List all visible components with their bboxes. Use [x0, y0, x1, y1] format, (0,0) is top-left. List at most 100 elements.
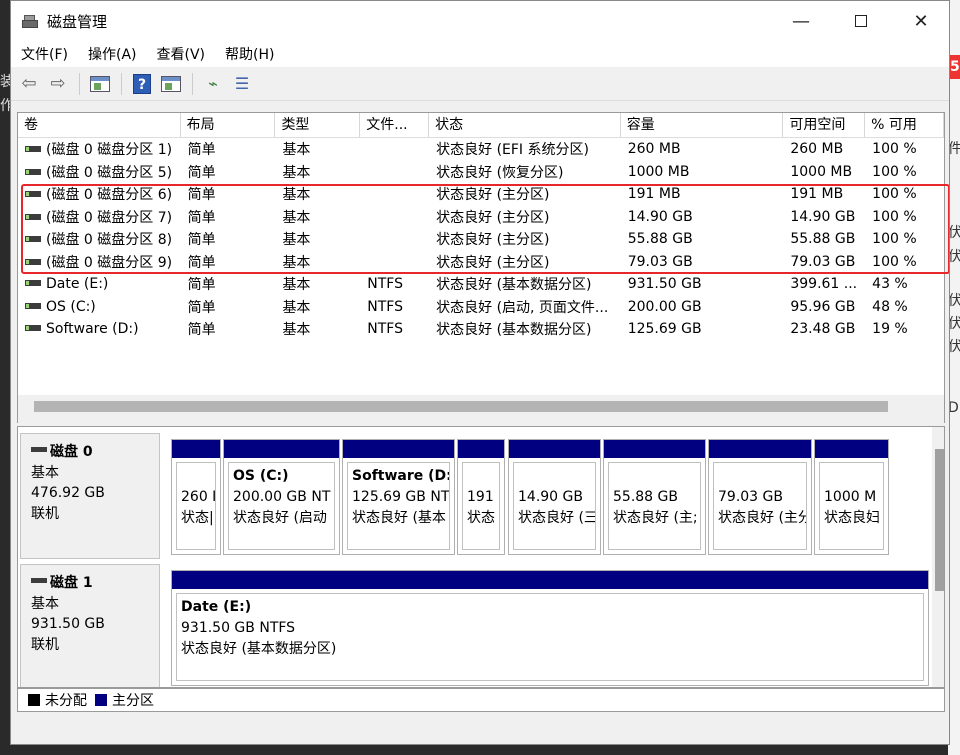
column-header-volume[interactable]: 卷: [18, 113, 181, 137]
cell-type: 基本: [275, 252, 360, 272]
partition-bar: [604, 440, 705, 458]
volume-row[interactable]: Date (E:) 简单 基本 NTFS 状态良好 (基本数据分区) 931.50 GB 3…: [18, 273, 944, 296]
cell-capacity: 200.00 GB: [621, 299, 784, 315]
column-header-type[interactable]: 类型: [275, 113, 361, 137]
help-button[interactable]: ?: [130, 73, 154, 95]
status-bar: [11, 713, 949, 744]
disk-map: 磁盘 0 基本 476.92 GB 联机 260 I 状态| OS (C:) 200…: [17, 426, 945, 688]
maximize-button[interactable]: [831, 1, 891, 41]
partition-software-d[interactable]: Software (D: 125.69 GB NT 状态良好 (基本: [342, 439, 455, 555]
disk-0-label[interactable]: 磁盘 0 基本 476.92 GB 联机: [20, 433, 160, 559]
partition-size: 79.03 GB: [718, 489, 783, 505]
properties-icon: [90, 75, 110, 92]
partition-disk0-5[interactable]: 1000 M 状态良妇: [814, 439, 889, 555]
disk-1-label[interactable]: 磁盘 1 基本 931.50 GB 联机: [20, 564, 160, 687]
column-header-percent-free[interactable]: % 可用: [865, 113, 944, 137]
cell-capacity: 191 MB: [621, 186, 784, 202]
column-header-status[interactable]: 状态: [429, 113, 621, 137]
cell-text: Software (D:): [46, 321, 139, 338]
volume-row[interactable]: Software (D:) 简单 基本 NTFS 状态良好 (基本数据分区) 125.69…: [18, 318, 944, 341]
cell-capacity: 260 MB: [621, 141, 784, 157]
volume-row[interactable]: OS (C:) 简单 基本 NTFS 状态良好 (启动, 页面文件... 200.00 G…: [18, 296, 944, 319]
cell-type: 基本: [275, 139, 360, 159]
cell-text: 基本: [282, 277, 311, 294]
cell-text: 95.96 GB: [790, 298, 856, 315]
partition-bar: [172, 440, 220, 458]
cell-free-space: 95.96 GB: [783, 299, 865, 315]
properties-button[interactable]: [88, 73, 112, 95]
column-header-filesystem[interactable]: 文件...: [360, 113, 430, 137]
back-button[interactable]: ⇦: [17, 73, 41, 95]
partition-name: Software (D:: [352, 468, 450, 484]
close-button[interactable]: ✕: [891, 1, 949, 41]
volume-row[interactable]: (磁盘 0 磁盘分区 1) 简单 基本 状态良好 (EFI 系统分区) 260 MB 26…: [18, 138, 944, 161]
volume-row[interactable]: (磁盘 0 磁盘分区 7) 简单 基本 状态良好 (主分区) 14.90 GB 14.90…: [18, 206, 944, 229]
partition-os-c[interactable]: OS (C:) 200.00 GB NT 状态良好 (启动: [223, 439, 340, 555]
cell-percent-free: 100 %: [865, 186, 944, 202]
partition-name: OS (C:): [233, 468, 289, 484]
back-arrow-icon: ⇦: [21, 73, 37, 94]
vertical-scrollbar-thumb[interactable]: [935, 449, 944, 591]
volume-row[interactable]: (磁盘 0 磁盘分区 9) 简单 基本 状态良好 (主分区) 79.03 GB 79.03…: [18, 251, 944, 274]
partition-status: 状态良好 (主;: [613, 510, 698, 526]
partition-disk0-1[interactable]: 260 I 状态|: [171, 439, 221, 555]
volume-row[interactable]: (磁盘 0 磁盘分区 5) 简单 基本 状态良好 (恢复分区) 1000 MB 1000 …: [18, 161, 944, 184]
legend-swatch-unallocated: [28, 694, 40, 706]
menu-bar: 文件(F) 操作(A) 查看(V) 帮助(H): [11, 41, 949, 67]
connect-button[interactable]: ⌁: [201, 73, 225, 95]
settings-list-button[interactable]: ☰: [230, 73, 254, 95]
cell-type: 基本: [275, 184, 360, 204]
toolbar: ⇦ ⇨ ? ⌁ ☰: [11, 67, 949, 101]
menu-file[interactable]: 文件(F): [21, 44, 68, 64]
cell-layout: 简单: [181, 162, 276, 182]
forward-button[interactable]: ⇨: [46, 73, 70, 95]
partition-disk0-7[interactable]: 14.90 GB 状态良好 (三: [508, 439, 601, 555]
volume-icon: [25, 236, 41, 243]
cell-filesystem: NTFS: [360, 321, 429, 337]
column-header-layout[interactable]: 布局: [181, 113, 276, 137]
disk-icon: [31, 577, 47, 583]
cell-percent-free: 100 %: [865, 231, 944, 247]
cell-text: 简单: [187, 142, 216, 159]
cell-layout: 简单: [181, 229, 276, 249]
cell-free-space: 1000 MB: [783, 164, 865, 180]
cell-volume: (磁盘 0 磁盘分区 8): [18, 229, 181, 249]
column-header-free-space[interactable]: 可用空间: [783, 113, 866, 137]
menu-view[interactable]: 查看(V): [157, 44, 206, 64]
cell-status: 状态良好 (主分区): [429, 229, 621, 249]
show-pane-button[interactable]: [159, 73, 183, 95]
minimize-button[interactable]: —: [771, 1, 831, 41]
cell-text: 基本: [282, 164, 311, 181]
partition-size: 14.90 GB: [518, 489, 583, 505]
cell-capacity: 931.50 GB: [621, 276, 784, 292]
cell-text: 基本: [282, 187, 311, 204]
cell-text: 状态良好 (基本数据分区): [436, 322, 592, 339]
menu-help[interactable]: 帮助(H): [225, 44, 274, 64]
partition-disk0-6[interactable]: 191 状态: [457, 439, 505, 555]
disk-size: 931.50 GB: [31, 616, 105, 632]
cell-text: 191 MB: [790, 186, 844, 203]
cell-text: 23.48 GB: [790, 321, 856, 338]
cell-text: 状态良好 (主分区): [436, 232, 550, 249]
menu-action[interactable]: 操作(A): [88, 44, 137, 64]
vertical-scrollbar[interactable]: [932, 427, 944, 687]
volume-row[interactable]: (磁盘 0 磁盘分区 8) 简单 基本 状态良好 (主分区) 55.88 GB 55.88…: [18, 228, 944, 251]
partition-status: 状态良妇: [824, 510, 880, 526]
cell-text: 状态良好 (主分区): [436, 254, 550, 271]
partition-date-e[interactable]: Date (E:) 931.50 GB NTFS 状态良好 (基本数据分区): [171, 570, 929, 686]
toolbar-separator: [79, 72, 80, 95]
cell-text: 简单: [187, 322, 216, 339]
title-bar[interactable]: 磁盘管理 — ✕: [11, 1, 949, 41]
horizontal-scrollbar-thumb[interactable]: [34, 401, 888, 412]
cell-status: 状态良好 (启动, 页面文件...: [429, 297, 621, 317]
background-badge: 5: [950, 55, 960, 79]
partition-disk0-9[interactable]: 79.03 GB 状态良好 (主分: [708, 439, 812, 555]
legend: 未分配 主分区: [17, 688, 945, 712]
column-header-capacity[interactable]: 容量: [621, 113, 784, 137]
cell-text: 状态良好 (主分区): [436, 209, 550, 226]
cell-text: 79.03 GB: [790, 253, 856, 270]
horizontal-scrollbar[interactable]: [18, 395, 944, 423]
volume-row[interactable]: (磁盘 0 磁盘分区 6) 简单 基本 状态良好 (主分区) 191 MB 191 MB 1…: [18, 183, 944, 206]
partition-disk0-8[interactable]: 55.88 GB 状态良好 (主;: [603, 439, 706, 555]
cell-free-space: 79.03 GB: [783, 254, 865, 270]
